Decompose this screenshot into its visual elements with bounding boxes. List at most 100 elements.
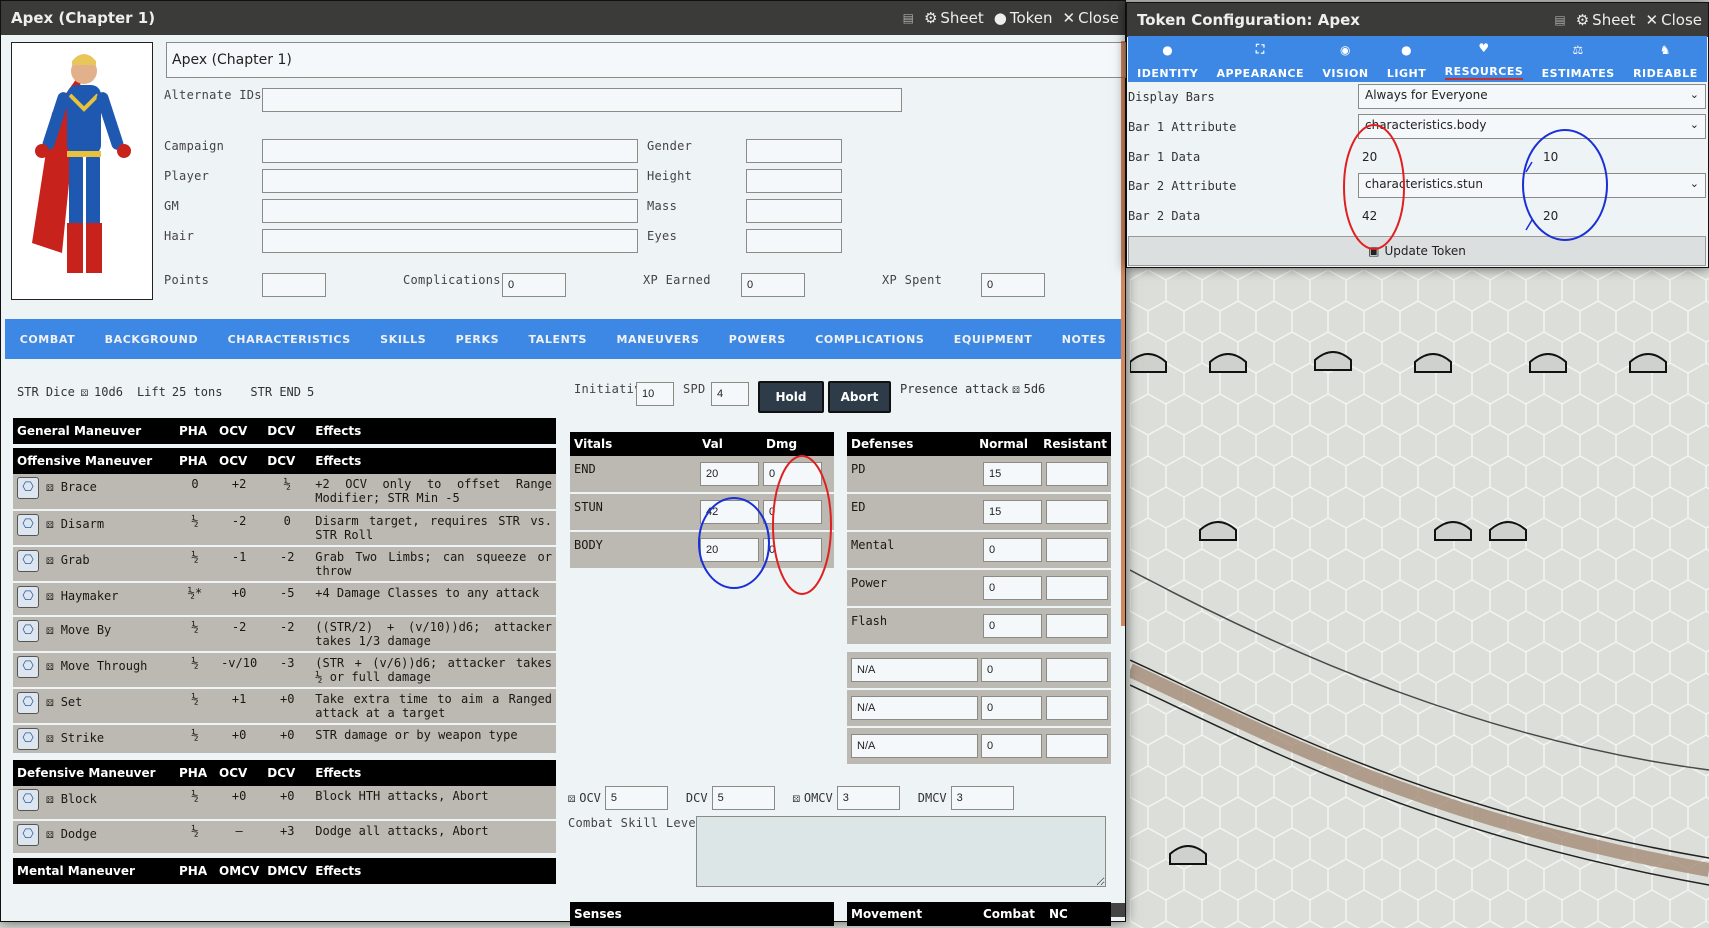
- update-token-button[interactable]: ▣ Update Token: [1128, 236, 1706, 266]
- roll-maneuver-button[interactable]: ⎔: [17, 620, 39, 642]
- display-bars-select[interactable]: Always for Everyone ⌄: [1358, 84, 1706, 109]
- alternate-ids-input[interactable]: [262, 88, 902, 112]
- bar2-attribute-select[interactable]: characteristics.stun ⌄: [1358, 173, 1706, 198]
- tab-equipment[interactable]: EQUIPMENT: [954, 333, 1033, 346]
- defense-normal-input[interactable]: [983, 576, 1042, 600]
- presence-value[interactable]: 5d6: [1024, 382, 1046, 396]
- tab-rideable[interactable]: ♞ RIDEABLE: [1633, 43, 1698, 80]
- defense-normal-input[interactable]: [983, 614, 1042, 638]
- eyes-input[interactable]: [746, 229, 842, 253]
- mass-input[interactable]: [746, 199, 842, 223]
- dice-icon[interactable]: ⚄: [1012, 382, 1019, 396]
- points-input[interactable]: [262, 273, 326, 297]
- gm-input[interactable]: [262, 199, 638, 223]
- defense-resistant-input[interactable]: [1046, 462, 1108, 486]
- vertical-scrollbar[interactable]: [1121, 41, 1125, 626]
- dice-icon[interactable]: ⚄: [793, 791, 800, 805]
- tab-light[interactable]: ● LIGHT: [1387, 43, 1426, 80]
- str-dice-value[interactable]: 10d6: [94, 385, 123, 399]
- maneuver-name[interactable]: Haymaker: [61, 589, 119, 603]
- hair-input[interactable]: [262, 229, 638, 253]
- dmcv-input[interactable]: [950, 786, 1014, 810]
- spd-input[interactable]: [711, 382, 749, 406]
- tab-complications[interactable]: COMPLICATIONS: [815, 333, 924, 346]
- vital-damage-input[interactable]: [763, 462, 822, 486]
- defense-resistant-input[interactable]: [1046, 500, 1108, 524]
- tab-skills[interactable]: SKILLS: [380, 333, 426, 346]
- maneuver-name[interactable]: Move Through: [61, 659, 148, 673]
- tab-resources[interactable]: ♥ RESOURCES: [1444, 41, 1524, 80]
- close-button[interactable]: ✕ Close: [1063, 9, 1119, 27]
- campaign-input[interactable]: [262, 139, 638, 163]
- defense-resistant-input[interactable]: [1046, 576, 1108, 600]
- roll-maneuver-button[interactable]: ⎔: [17, 477, 39, 499]
- defense-resistant-input[interactable]: [1046, 538, 1108, 562]
- tab-appearance[interactable]: ⛶ APPEARANCE: [1217, 42, 1304, 80]
- height-input[interactable]: [746, 169, 842, 193]
- roll-maneuver-button[interactable]: ⎔: [17, 550, 39, 572]
- gender-input[interactable]: [746, 139, 842, 163]
- defense-normal-input[interactable]: [981, 734, 1042, 758]
- maneuver-name[interactable]: Grab: [61, 553, 90, 567]
- defense-normal-input[interactable]: [983, 462, 1042, 486]
- tab-characteristics[interactable]: CHARACTERISTICS: [228, 333, 351, 346]
- token-config-titlebar[interactable]: Token Configuration: Apex ▤ ⚙ Sheet ✕ Clos…: [1127, 3, 1708, 37]
- bar1-max-input[interactable]: 10: [1543, 150, 1558, 164]
- close-button[interactable]: ✕ Close: [1646, 11, 1702, 29]
- resize-handle[interactable]: [1111, 903, 1125, 917]
- tab-talents[interactable]: TALENTS: [529, 333, 588, 346]
- roll-maneuver-button[interactable]: ⎔: [17, 692, 39, 714]
- omcv-input[interactable]: [836, 786, 900, 810]
- xp-spent-input[interactable]: [981, 273, 1045, 297]
- character-name-input[interactable]: [166, 42, 1126, 78]
- defense-normal-input[interactable]: [983, 538, 1042, 562]
- maneuver-name[interactable]: Disarm: [61, 517, 104, 531]
- character-portrait[interactable]: [11, 42, 153, 300]
- hold-button[interactable]: Hold: [758, 381, 824, 413]
- defense-name-input[interactable]: [851, 658, 978, 682]
- tab-vision[interactable]: ◉ VISION: [1322, 43, 1368, 80]
- document-id-icon[interactable]: ▤: [1554, 13, 1565, 27]
- tab-maneuvers[interactable]: MANEUVERS: [616, 333, 699, 346]
- roll-maneuver-button[interactable]: ⎔: [17, 789, 39, 811]
- sheet-config-button[interactable]: ⚙ Sheet: [1576, 11, 1636, 29]
- maneuver-name[interactable]: Brace: [61, 480, 97, 494]
- defense-resistant-input[interactable]: [1046, 734, 1108, 758]
- roll-maneuver-button[interactable]: ⎔: [17, 514, 39, 536]
- initiative-input[interactable]: [636, 382, 674, 406]
- vital-damage-input[interactable]: [763, 538, 822, 562]
- maneuver-name[interactable]: Dodge: [61, 827, 97, 841]
- dice-icon[interactable]: ⚄: [81, 385, 88, 399]
- defense-normal-input[interactable]: [983, 500, 1042, 524]
- ocv-input[interactable]: [604, 786, 668, 810]
- roll-maneuver-button[interactable]: ⎔: [17, 824, 39, 846]
- tab-identity[interactable]: ● IDENTITY: [1137, 43, 1198, 80]
- tab-perks[interactable]: PERKS: [456, 333, 500, 346]
- maneuver-name[interactable]: Move By: [61, 623, 112, 637]
- roll-maneuver-button[interactable]: ⎔: [17, 586, 39, 608]
- defense-resistant-input[interactable]: [1046, 614, 1108, 638]
- defense-name-input[interactable]: [851, 734, 978, 758]
- bar2-max-input[interactable]: 20: [1543, 209, 1558, 223]
- defense-resistant-input[interactable]: [1046, 658, 1108, 682]
- roll-maneuver-button[interactable]: ⎔: [17, 656, 39, 678]
- player-input[interactable]: [262, 169, 638, 193]
- bar1-value-input[interactable]: 20: [1362, 150, 1377, 164]
- dice-icon[interactable]: ⚄: [568, 791, 575, 805]
- abort-button[interactable]: Abort: [828, 381, 891, 413]
- roll-maneuver-button[interactable]: ⎔: [17, 728, 39, 750]
- combat-skill-levels-textarea[interactable]: [696, 816, 1106, 887]
- tab-powers[interactable]: POWERS: [729, 333, 786, 346]
- token-config-button[interactable]: ● Token: [994, 9, 1053, 27]
- maneuver-name[interactable]: Block: [61, 792, 97, 806]
- maneuver-name[interactable]: Set: [61, 695, 83, 709]
- document-id-icon[interactable]: ▤: [903, 11, 914, 25]
- defense-name-input[interactable]: [851, 696, 978, 720]
- defense-normal-input[interactable]: [981, 658, 1042, 682]
- vital-value-input[interactable]: [700, 538, 759, 562]
- vital-value-input[interactable]: [700, 462, 759, 486]
- bar2-value-input[interactable]: 42: [1362, 209, 1377, 223]
- sheet-config-button[interactable]: ⚙ Sheet: [924, 9, 984, 27]
- maneuver-name[interactable]: Strike: [61, 731, 104, 745]
- character-sheet-titlebar[interactable]: Apex (Chapter 1) ▤ ⚙ Sheet ● Token ✕ Close: [1, 1, 1125, 35]
